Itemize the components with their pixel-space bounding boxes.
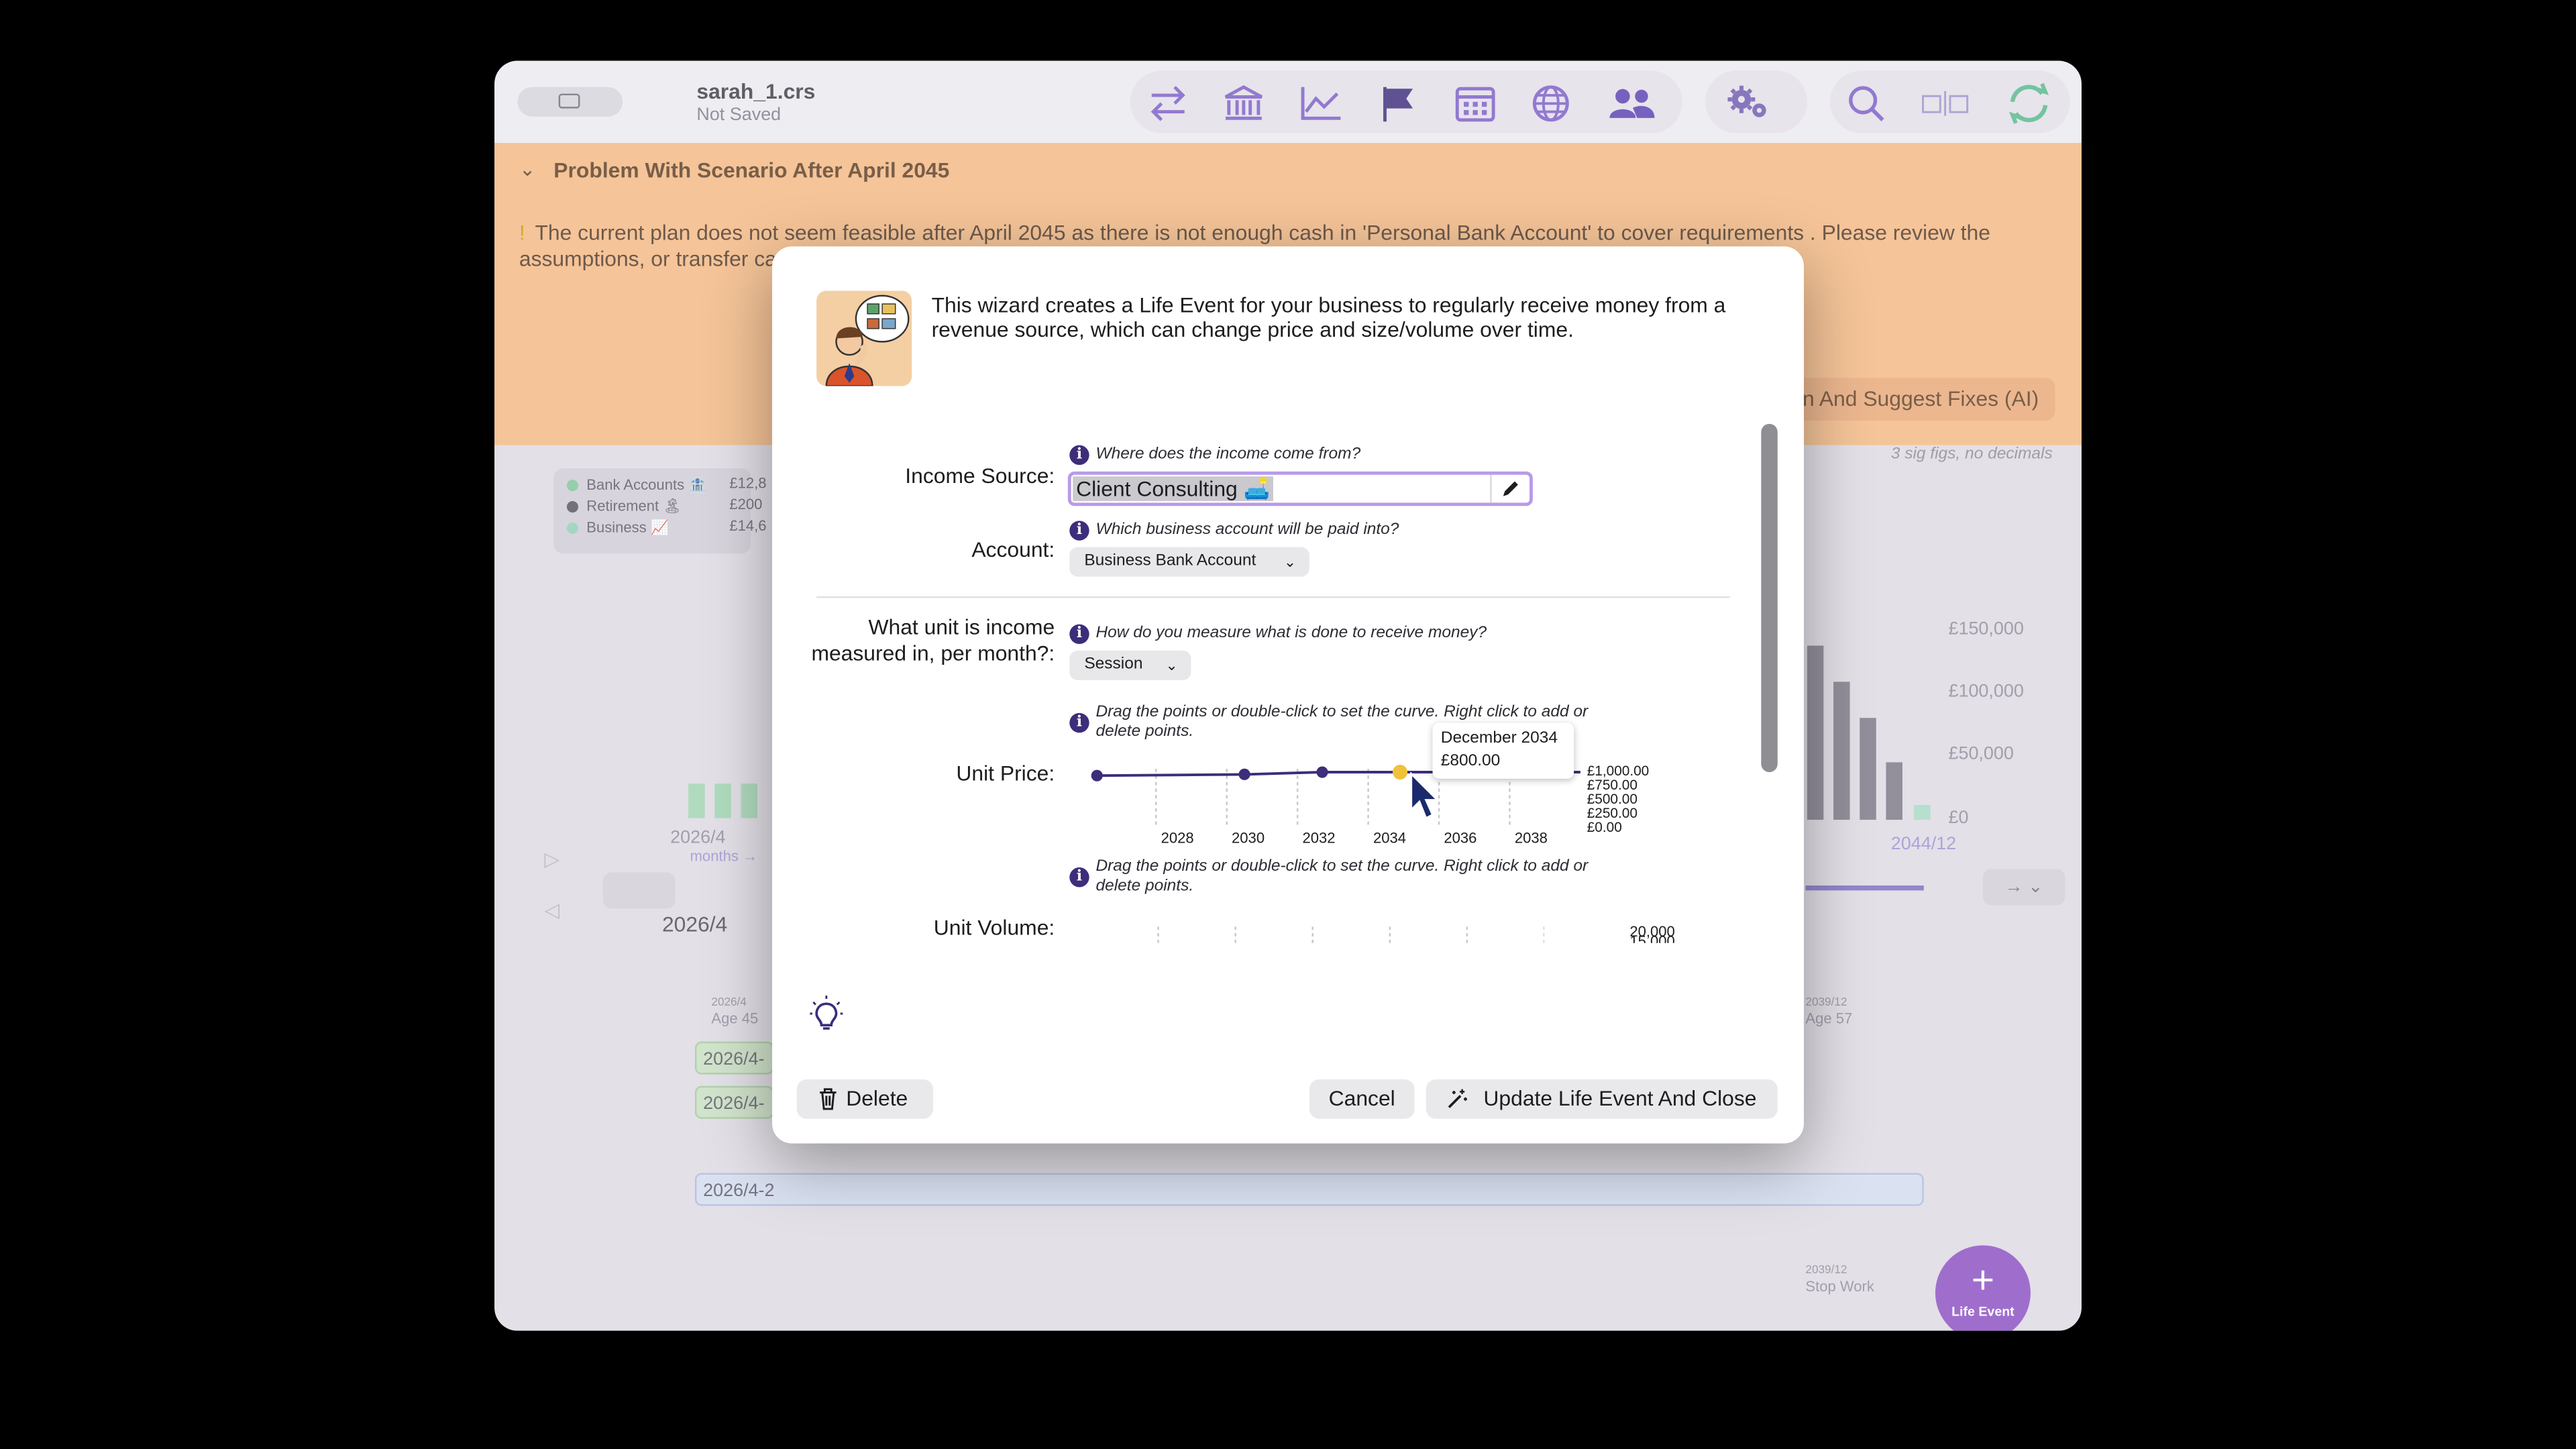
section-divider [816,596,1730,598]
x-tick-label: 2036 [1444,829,1477,846]
account-hint-text: Which business account will be paid into… [1095,521,1399,539]
lightbulb-icon[interactable] [808,994,845,1042]
tooltip-date: December 2034 [1440,729,1558,748]
delete-button[interactable]: Delete [796,1079,934,1119]
volume-y-tick: 15,000 [1629,934,1675,943]
unit-volume-label: Unit Volume: [933,915,1055,940]
data-point[interactable] [1316,766,1328,778]
unit-hint-text: How do you measure what is done to recei… [1095,624,1487,643]
wizard-illustration [816,290,912,386]
y-tick-label: £1,000.00 [1587,763,1650,779]
unit-hint: i How do you measure what is done to rece… [1069,624,1487,645]
income-source-field[interactable]: Client Consulting 🛋️ [1067,471,1533,506]
income-source-label: Income Source: [905,463,1055,488]
info-icon: i [1069,712,1089,733]
scrollbar-thumb[interactable] [1761,423,1778,773]
info-icon: i [1069,624,1089,645]
y-tick-label: £500.00 [1587,792,1638,807]
highlighted-data-point[interactable] [1393,765,1408,780]
tooltip-value: £800.00 [1440,752,1501,771]
account-select-value: Business Bank Account [1084,551,1256,570]
unit-select[interactable]: Session ⌄ [1069,650,1191,680]
income-source-hint: i Where does the income come from? [1069,445,1361,466]
unit-price-label: Unit Price: [956,760,1055,786]
y-tick-label: £250.00 [1587,806,1638,821]
trash-icon [820,1088,837,1110]
unit-label: What unit is income measured in, per mon… [811,614,1055,665]
account-select[interactable]: Business Bank Account ⌄ [1069,547,1309,577]
update-button-label: Update Life Event And Close [1483,1085,1757,1111]
account-label: Account: [971,537,1055,562]
delete-button-label: Delete [846,1085,908,1111]
account-hint: i Which business account will be paid int… [1069,521,1399,541]
cancel-button[interactable]: Cancel [1309,1079,1415,1119]
y-tick-label: £750.00 [1587,777,1638,793]
x-tick-label: 2034 [1373,829,1406,846]
chart-tooltip: December 2034 £800.00 [1432,722,1574,779]
unit-select-value: Session [1084,655,1143,674]
x-tick-label: 2038 [1515,829,1548,846]
unit-volume-hint: i Drag the points or double-click to set … [1069,857,1628,897]
update-life-event-button[interactable]: Update Life Event And Close [1426,1079,1778,1119]
chevron-down-icon: ⌄ [1283,553,1297,570]
y-tick-label: £0.00 [1587,820,1622,835]
volume-grid [1157,926,1545,947]
info-icon: i [1069,867,1089,888]
life-event-wizard-dialog: This wizard creates a Life Event for you… [772,246,1804,1144]
x-tick-label: 2030 [1232,829,1265,846]
data-point[interactable] [1091,769,1103,782]
info-icon: i [1069,521,1089,541]
mouse-cursor-icon [1410,772,1440,820]
unit-volume-hint-text: Drag the points or double-click to set t… [1095,857,1589,896]
x-tick-label: 2032 [1303,829,1336,846]
pencil-icon[interactable] [1490,474,1527,503]
magic-wand-icon [1448,1089,1467,1108]
income-source-value: Client Consulting 🛋️ [1073,476,1274,501]
x-tick-label: 2028 [1161,829,1194,846]
chevron-down-icon: ⌄ [1165,657,1178,674]
income-source-hint-text: Where does the income come from? [1095,445,1361,464]
data-point[interactable] [1238,768,1250,780]
wizard-intro-text: This wizard creates a Life Event for you… [931,292,1726,342]
unit-price-chart[interactable]: 2028 2030 2032 2034 2036 2038 £1,000.00£750.0… [1075,762,1666,847]
info-icon: i [1069,445,1089,466]
